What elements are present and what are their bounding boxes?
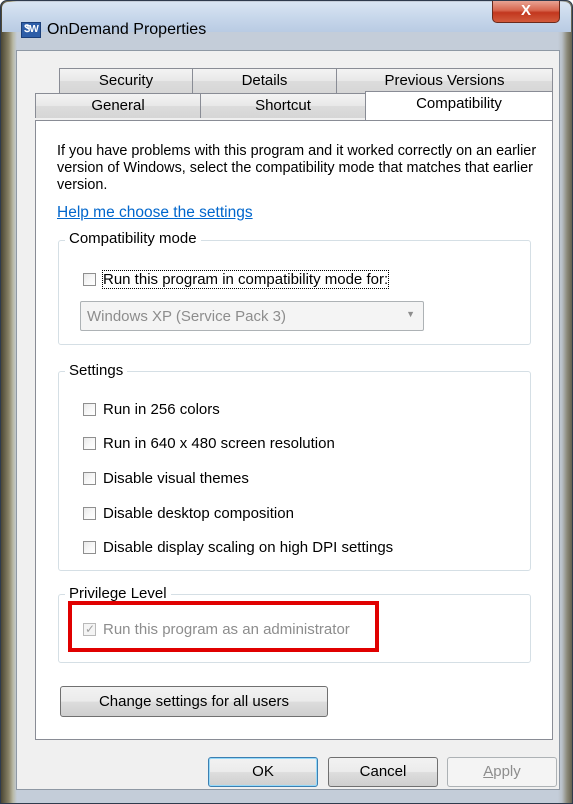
compatibility-mode-title: Compatibility mode [65,230,201,247]
settings-title: Settings [65,362,128,379]
tab-shortcut[interactable]: Shortcut [200,93,366,118]
button-label: OK [252,763,274,780]
app-icon: ᏕW [21,22,41,38]
tab-security[interactable]: Security [59,68,193,93]
change-settings-all-users-button[interactable]: Change settings for all users [60,686,328,717]
option-label: Disable visual themes [103,470,249,487]
properties-window: ᏕW OnDemand Properties X Security Detail… [0,0,573,804]
compatibility-mode-checkbox[interactable] [83,273,96,286]
apply-mnemonic: A [483,763,494,780]
apply-button[interactable]: Apply [447,757,557,787]
compatibility-os-select[interactable]: Windows XP (Service Pack 3) ▼ [80,301,424,331]
close-button[interactable]: X [492,1,560,23]
compatibility-mode-label: Run this program in compatibility mode f… [101,270,390,289]
annotation-highlight-box [68,601,379,652]
option-label: Disable desktop composition [103,505,294,522]
checkbox[interactable] [83,437,96,450]
privilege-level-title: Privilege Level [65,585,171,602]
tab-label: Compatibility [416,95,502,112]
chevron-down-icon: ▼ [406,309,415,319]
checkbox[interactable] [83,541,96,554]
cancel-button[interactable]: Cancel [328,757,438,787]
tab-label: Security [98,72,154,89]
help-me-choose-link[interactable]: Help me choose the settings [57,204,253,222]
checkbox[interactable] [83,472,96,485]
window-title: OnDemand Properties [47,21,207,38]
button-label: pply [493,763,521,780]
checkbox[interactable] [83,507,96,520]
option-label: Run in 640 x 480 screen resolution [103,435,335,452]
tab-label: General [91,97,145,114]
ok-button[interactable]: OK [208,757,318,787]
button-label: Cancel [359,763,407,780]
intro-text: If you have problems with this program a… [57,143,537,193]
close-icon: X [520,2,531,19]
button-label: Change settings for all users [98,693,290,710]
tab-label: Details [241,72,288,89]
option-label: Disable display scaling on high DPI sett… [103,539,394,556]
tab-general[interactable]: General [35,93,201,118]
tab-details[interactable]: Details [192,68,337,93]
tab-previous-versions[interactable]: Previous Versions [336,68,553,93]
tab-label: Shortcut [255,97,311,114]
compatibility-os-value: Windows XP (Service Pack 3) [87,308,286,325]
checkbox[interactable] [83,403,96,416]
option-label: Run in 256 colors [103,401,220,418]
tab-label: Previous Versions [384,72,505,89]
tab-compatibility[interactable]: Compatibility [365,91,553,120]
